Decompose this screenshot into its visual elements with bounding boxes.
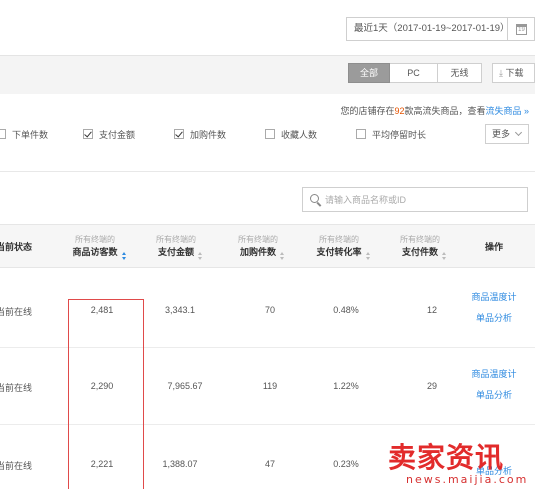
row-cart-qty: 119 xyxy=(262,381,278,391)
calendar-icon: 19 xyxy=(516,24,527,35)
checkbox-checked[interactable] xyxy=(174,129,184,139)
sort-icon[interactable] xyxy=(442,252,447,261)
checkbox[interactable] xyxy=(265,129,275,139)
download-button[interactable]: ⤓ 下载 xyxy=(492,63,535,83)
header-line1: 所有终端的 xyxy=(75,235,115,244)
row-cart-qty: 70 xyxy=(264,305,275,315)
header-line1: 所有终端的 xyxy=(156,235,196,244)
header-line1: 所有终端的 xyxy=(238,235,278,244)
checkbox-checked[interactable] xyxy=(83,129,93,139)
indicator-order-qty[interactable]: 下单件数 xyxy=(0,128,48,142)
search-icon xyxy=(310,194,319,203)
tab-pc[interactable]: PC xyxy=(390,63,438,83)
header-line2: 商品访客数 xyxy=(72,247,118,257)
row-status: 当前在线 xyxy=(0,307,33,317)
tab-wireless[interactable]: 无线 xyxy=(438,63,482,83)
header-pay-amount[interactable]: 所有终端的 支付金额 xyxy=(150,234,203,261)
header-line1: 所有终端的 xyxy=(319,235,359,244)
checkbox[interactable] xyxy=(0,129,6,139)
header-visitors[interactable]: 所有终端的 商品访客数 xyxy=(68,234,126,260)
row-cart-qty: 47 xyxy=(264,459,275,469)
header-line2: 支付件数 xyxy=(401,247,438,257)
row-status: 当前在线 xyxy=(0,383,33,393)
more-indicators-button[interactable]: 更多 xyxy=(485,124,529,144)
notice-count: 92 xyxy=(394,106,405,116)
indicator-label: 下单件数 xyxy=(12,130,49,140)
header-status: 当前状态 xyxy=(0,242,33,252)
notice-middle: 款高流失商品，查看 xyxy=(404,106,486,116)
header-cart-qty[interactable]: 所有终端的 加购件数 xyxy=(232,234,285,261)
highlight-box xyxy=(68,299,144,489)
product-thermometer-link[interactable]: 商品温度计 xyxy=(462,367,526,380)
notice-prefix: 您的店铺存在 xyxy=(340,106,395,116)
row-pay-amount: 3,343.1 xyxy=(164,305,196,315)
row-paid-qty: 12 xyxy=(426,305,437,315)
row-conversion: 0.48% xyxy=(333,305,359,315)
header-conversion[interactable]: 所有终端的 支付转化率 xyxy=(312,234,370,260)
indicator-label: 平均停留时长 xyxy=(372,130,427,140)
sort-icon[interactable] xyxy=(198,252,203,261)
indicator-label: 收藏人数 xyxy=(281,130,318,140)
sort-icon[interactable] xyxy=(280,252,285,261)
header-paid-qty[interactable]: 所有终端的 支付件数 xyxy=(394,234,447,261)
row-pay-amount: 7,965.67 xyxy=(167,381,203,391)
chevron-down-icon xyxy=(514,128,523,137)
sort-icon[interactable] xyxy=(365,252,371,261)
row-conversion: 0.23% xyxy=(333,459,359,469)
search-input[interactable] xyxy=(325,192,515,207)
header-line2: 加购件数 xyxy=(239,247,276,257)
item-analysis-link[interactable]: 单品分析 xyxy=(462,388,526,401)
lost-items-notice: 您的店铺存在92款高流失商品，查看流失商品 » xyxy=(340,104,529,117)
item-analysis-link[interactable]: 单品分析 xyxy=(462,311,526,324)
lost-items-link[interactable]: 流失商品 » xyxy=(485,106,529,116)
more-label: 更多 xyxy=(492,129,511,139)
product-thermometer-link[interactable]: 商品温度计 xyxy=(462,290,526,303)
row-status: 当前在线 xyxy=(0,461,33,471)
header-actions: 操作 xyxy=(485,242,504,252)
row-paid-qty: 29 xyxy=(426,381,437,391)
indicator-cart-qty[interactable]: 加购件数 xyxy=(174,128,226,142)
calendar-button[interactable]: 19 xyxy=(508,17,535,41)
divider xyxy=(0,171,535,172)
watermark-logo: 卖家资讯 xyxy=(388,441,505,474)
indicator-label: 支付金额 xyxy=(99,130,136,140)
tab-all[interactable]: 全部 xyxy=(348,63,390,83)
sort-icon[interactable] xyxy=(121,252,127,261)
header-line2: 支付转化率 xyxy=(316,247,362,257)
indicator-pay-amount[interactable]: 支付金额 xyxy=(83,128,135,142)
header-line1: 所有终端的 xyxy=(400,235,440,244)
checkbox[interactable] xyxy=(356,129,366,139)
indicator-label: 加购件数 xyxy=(190,130,227,140)
indicator-favorites[interactable]: 收藏人数 xyxy=(265,128,317,142)
watermark-url: news.maijia.com xyxy=(406,473,529,486)
header-line2: 支付金额 xyxy=(157,247,194,257)
download-label: 下载 xyxy=(505,68,524,78)
row-pay-amount: 1,388.07 xyxy=(162,459,198,469)
row-conversion: 1.22% xyxy=(333,381,359,391)
indicator-avg-stay[interactable]: 平均停留时长 xyxy=(356,128,426,142)
date-range-picker[interactable]: 最近1天（2017-01-19~2017-01-19） xyxy=(346,17,510,41)
product-search[interactable] xyxy=(302,187,528,212)
download-icon: ⤓ xyxy=(499,68,503,78)
